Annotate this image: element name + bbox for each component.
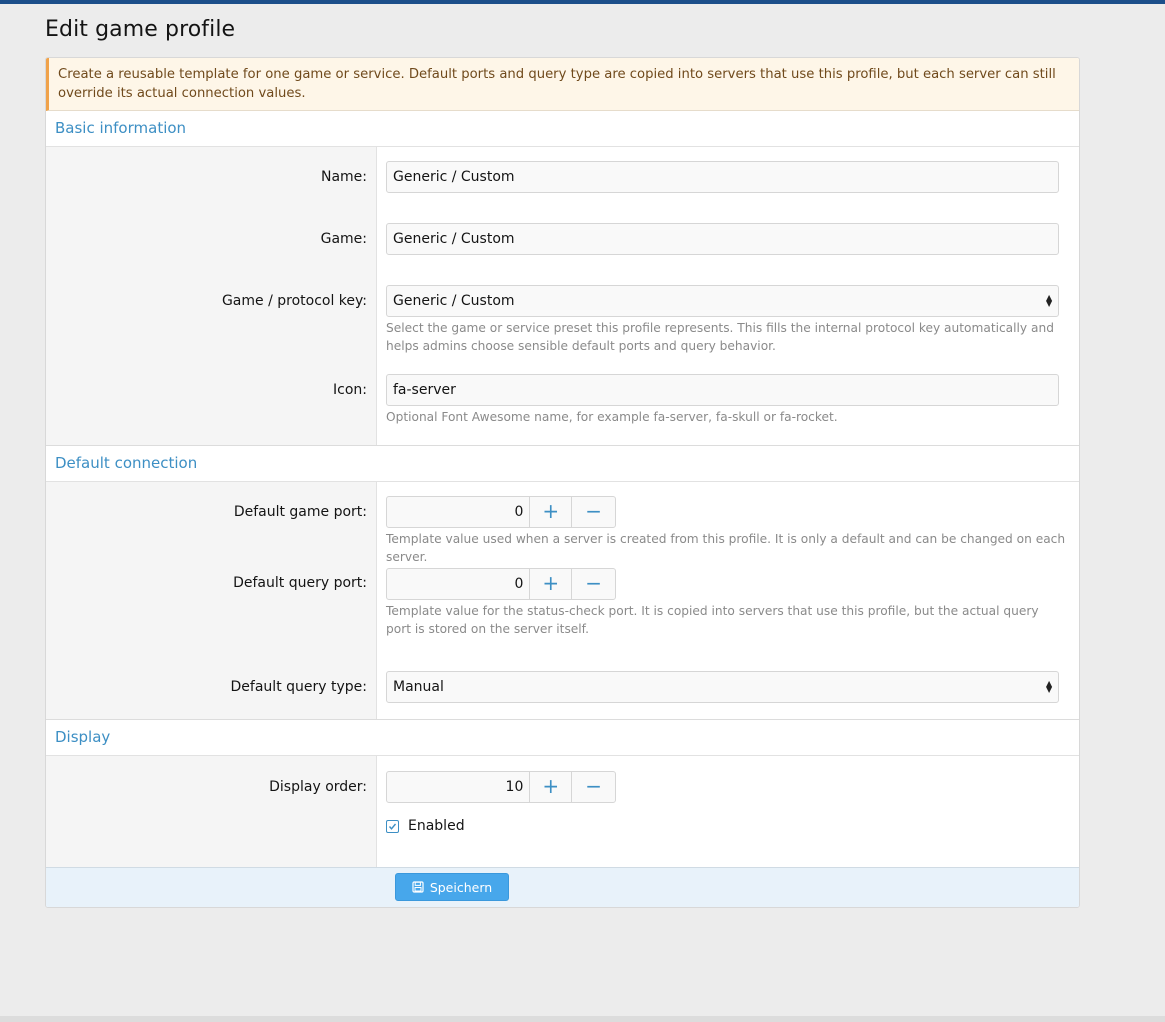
icon-row: Icon: fa-server Optional Font Awesome na…: [46, 374, 1079, 445]
display-order-decrement-button[interactable]: −: [572, 772, 615, 802]
game-port-increment-button[interactable]: +: [530, 497, 573, 527]
protocol-select-value: Generic / Custom: [393, 293, 515, 309]
game-port-stepper: 0 + −: [386, 496, 616, 528]
enabled-label: Enabled: [408, 818, 465, 834]
edit-form: Create a reusable template for one game …: [45, 57, 1080, 908]
floppy-disk-icon: [412, 881, 424, 893]
query-type-row: Default query type: Manual ▲ ▼: [46, 670, 1079, 719]
protocol-hint: Select the game or service preset this p…: [386, 321, 1054, 353]
game-input[interactable]: Generic / Custom: [386, 223, 1059, 255]
select-arrows-icon: ▲ ▼: [1046, 293, 1053, 308]
display-order-input[interactable]: 10: [387, 772, 531, 802]
display-order-row: Display order: 10 + −: [46, 756, 1079, 818]
query-type-label: Default query type:: [46, 670, 376, 719]
game-port-label: Default game port:: [46, 482, 376, 568]
page-title: Edit game profile: [45, 17, 236, 42]
display-order-label: Display order:: [46, 756, 376, 818]
game-label: Game:: [46, 209, 376, 271]
enabled-checkbox-wrap[interactable]: Enabled: [386, 818, 1070, 834]
game-port-decrement-button[interactable]: −: [572, 497, 615, 527]
protocol-row: Game / protocol key: Generic / Custom ▲ ▼…: [46, 271, 1079, 374]
info-notice: Create a reusable template for one game …: [46, 58, 1079, 111]
query-port-decrement-button[interactable]: −: [572, 569, 615, 599]
game-port-row: Default game port: 0 + − Template value …: [46, 482, 1079, 568]
top-accent-bar: [0, 0, 1165, 4]
query-port-input[interactable]: 0: [387, 569, 531, 599]
enabled-checkbox[interactable]: [386, 819, 399, 833]
query-type-select-value: Manual: [393, 679, 444, 695]
save-button-label: Speichern: [429, 879, 493, 895]
name-row: Name: Generic / Custom: [46, 147, 1079, 209]
section-default-connection: Default connection: [46, 445, 1079, 482]
query-port-row: Default query port: 0 + − Template value…: [46, 568, 1079, 670]
display-order-stepper: 10 + −: [386, 771, 616, 803]
enabled-row: Enabled: [46, 818, 1079, 867]
icon-hint: Optional Font Awesome name, for example …: [386, 410, 838, 424]
section-display: Display: [46, 719, 1079, 756]
query-port-hint: Template value for the status-check port…: [386, 604, 1039, 636]
name-input[interactable]: Generic / Custom: [386, 161, 1059, 193]
save-button[interactable]: Speichern: [395, 873, 509, 901]
select-arrows-icon: ▲ ▼: [1046, 679, 1053, 694]
query-port-increment-button[interactable]: +: [530, 569, 573, 599]
form-footer: Speichern: [46, 867, 1079, 907]
icon-label: Icon:: [46, 374, 376, 445]
protocol-label: Game / protocol key:: [46, 271, 376, 374]
icon-input[interactable]: fa-server: [386, 374, 1059, 406]
display-order-increment-button[interactable]: +: [530, 772, 573, 802]
game-port-hint: Template value used when a server is cre…: [386, 532, 1066, 564]
protocol-select[interactable]: Generic / Custom ▲ ▼: [386, 285, 1059, 317]
section-basic-information: Basic information: [46, 111, 1079, 147]
query-port-label: Default query port:: [46, 568, 376, 670]
bottom-bar: [0, 1016, 1165, 1022]
query-port-stepper: 0 + −: [386, 568, 616, 600]
game-port-input[interactable]: 0: [387, 497, 531, 527]
checkmark-icon: [388, 823, 397, 830]
query-type-select[interactable]: Manual ▲ ▼: [386, 671, 1059, 703]
name-label: Name:: [46, 147, 376, 209]
game-row: Game: Generic / Custom: [46, 209, 1079, 271]
